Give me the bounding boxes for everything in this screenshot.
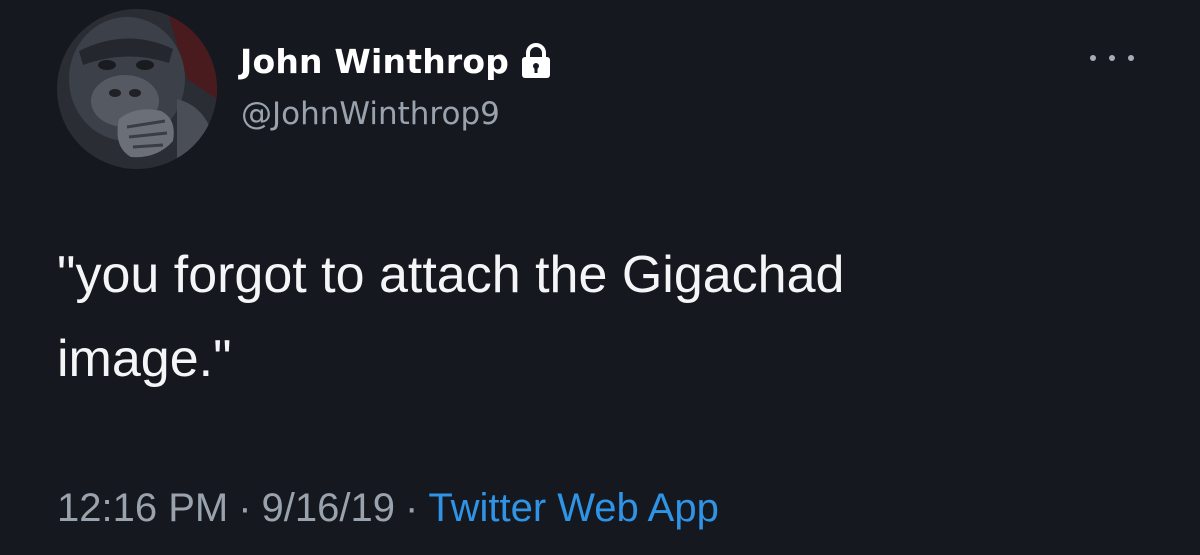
tweet-text-line: "you forgot to attach the Gigachad [57, 246, 845, 304]
dot [1109, 55, 1115, 61]
source-link[interactable]: Twitter Web App [428, 486, 719, 530]
dot [1128, 55, 1134, 61]
tweet-date[interactable]: 9/16/19 [262, 486, 395, 530]
tweet-text-line: image." [57, 330, 232, 388]
separator: · [405, 486, 419, 530]
avatar[interactable] [57, 9, 217, 169]
tweet-text: "you forgot to attach the Gigachad image… [57, 233, 1117, 401]
lock-icon [519, 42, 553, 80]
tweet-time[interactable]: 12:16 PM [57, 486, 228, 530]
user-name-row: John Winthrop [240, 36, 553, 86]
gorilla-avatar-icon [57, 9, 217, 169]
dot [1090, 55, 1096, 61]
tweet-card: John Winthrop @JohnWinthrop9 "you forgot… [0, 0, 1200, 555]
ellipsis-icon[interactable] [1090, 48, 1134, 68]
tweet-meta: 12:16 PM · 9/16/19 · Twitter Web App [57, 486, 719, 531]
display-name[interactable]: John Winthrop [240, 42, 509, 81]
user-handle[interactable]: @JohnWinthrop9 [241, 96, 500, 132]
separator: · [238, 486, 252, 530]
